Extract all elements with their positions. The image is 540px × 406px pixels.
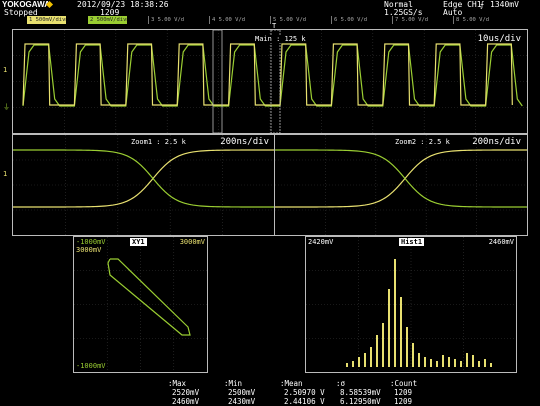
main-waveform-window[interactable]: Main : 125 k 10us/div bbox=[12, 29, 528, 134]
histogram-title: Hist1 bbox=[399, 238, 425, 246]
xy-x-min: -1000mV bbox=[76, 238, 106, 246]
trigger-marker-icon: T bbox=[272, 22, 277, 30]
histogram-x-max: 2460mV bbox=[488, 238, 514, 246]
zoom2-label: Zoom2 : 2.5 k bbox=[395, 138, 450, 146]
histogram-window[interactable]: Hist1 2420mV 2460mV bbox=[305, 236, 517, 373]
zoom1-window[interactable]: Zoom1 : 2.5 k 200ns/div bbox=[12, 134, 276, 236]
channel-chip-7[interactable]: 7 5.00 V/div≡ bbox=[392, 16, 428, 24]
xy-plot bbox=[74, 237, 207, 372]
ch2-ground-marker: ⏚ bbox=[3, 103, 10, 111]
histogram-x-min: 2420mV bbox=[308, 238, 334, 246]
statistics-table: :Max :Min :Mean :σ :Count 2520mV 2500mV … bbox=[168, 379, 468, 406]
zoom-ch1-marker: 1 bbox=[3, 170, 8, 178]
xy-y-max: 3000mV bbox=[76, 246, 102, 254]
channel-chip-6[interactable]: 6 5.00 V/div≡ bbox=[331, 16, 367, 24]
xy-x-max: 3000mV bbox=[179, 238, 205, 246]
zoom1-timebase: 200ns/div bbox=[220, 137, 269, 147]
channel-chip-8[interactable]: 8 5.00 V/div≡ bbox=[453, 16, 489, 24]
stat-ch1-sigma: 8.58539mV bbox=[340, 388, 381, 397]
zoom2-waveform-plot bbox=[275, 135, 527, 235]
zoom2-timebase: 200ns/div bbox=[472, 137, 521, 147]
channel-chip-4[interactable]: 4 5.00 V/div≡ bbox=[209, 16, 245, 24]
stat-ch1-count: 1209 bbox=[394, 388, 413, 397]
trigger-level: 1340mV bbox=[490, 0, 519, 9]
stat-header-count: :Count bbox=[390, 379, 418, 388]
stat-ch1-min: 2500mV bbox=[228, 388, 256, 397]
stat-header-min: :Min bbox=[224, 379, 243, 388]
xy-y-min: -1000mV bbox=[76, 362, 106, 370]
xy-window[interactable]: XY1 -1000mV 3000mV 3000mV -1000mV bbox=[73, 236, 208, 373]
channel-chip-2[interactable]: 2 500mV/div≡ bbox=[88, 16, 127, 24]
main-zoom-label: Main : 125 k bbox=[253, 35, 308, 43]
xy-title: XY1 bbox=[130, 238, 147, 246]
ch1-level-marker: 1 bbox=[3, 66, 8, 74]
date-time: 2012/09/23 18:38:26 bbox=[77, 0, 169, 9]
main-waveform-plot bbox=[13, 30, 527, 133]
zoom1-waveform-plot bbox=[13, 135, 275, 235]
zoom2-window[interactable]: Zoom2 : 2.5 k 200ns/div bbox=[274, 134, 528, 236]
edge-rising-icon: ⨍ bbox=[480, 0, 485, 9]
main-timebase: 10us/div bbox=[477, 34, 521, 44]
channel-chip-1[interactable]: 1 500mV/div≡ bbox=[27, 16, 66, 24]
stat-header-sigma: :σ bbox=[336, 379, 346, 388]
histogram-plot bbox=[306, 237, 516, 372]
stat-ch1-max: 2520mV bbox=[172, 388, 200, 397]
stat-header-mean: :Mean bbox=[280, 379, 303, 388]
stat-header-max: :Max bbox=[168, 379, 187, 388]
zoom1-label: Zoom1 : 2.5 k bbox=[131, 138, 186, 146]
channel-chip-3[interactable]: 3 5.00 V/div≡ bbox=[148, 16, 184, 24]
stat-ch1-mean: 2.50970 V bbox=[284, 388, 325, 397]
